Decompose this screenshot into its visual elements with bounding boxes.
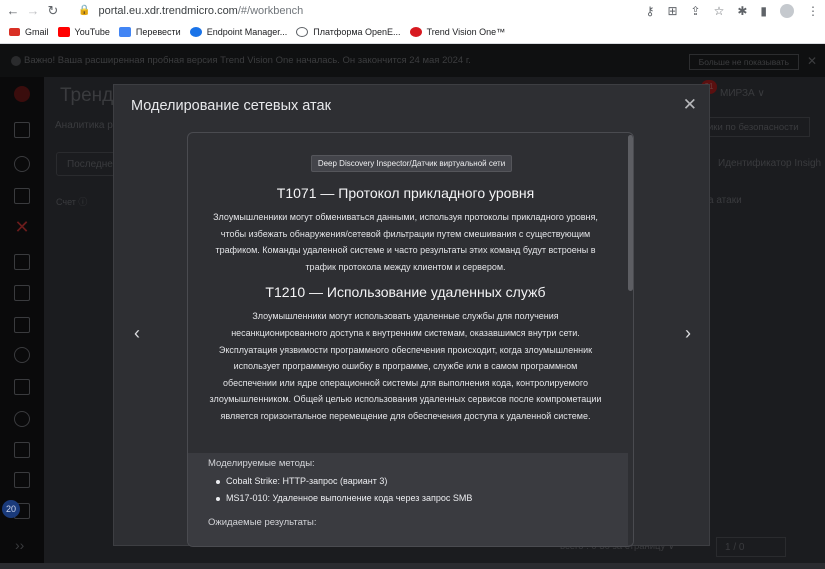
attack-column: а атаки: [708, 195, 742, 206]
technique-description: Злоумышленники могут использовать удален…: [209, 311, 602, 421]
modal-title: Моделирование сетевых атак: [131, 98, 331, 114]
mail-icon[interactable]: [14, 472, 30, 488]
shield-icon: [189, 27, 202, 37]
dismiss-banner-button[interactable]: Больше не показывать: [688, 54, 799, 70]
time-filter[interactable]: Последне: [56, 152, 116, 176]
taskbar: [0, 563, 825, 569]
url-host: portal.eu.xdr.trendmicro.com: [98, 4, 238, 17]
bookmark-label: YouTube: [74, 27, 110, 37]
address-bar[interactable]: portal.eu.xdr.trendmicro.com/#/workbench: [98, 5, 303, 17]
identity-icon[interactable]: [14, 317, 30, 333]
network-icon[interactable]: [14, 379, 30, 395]
list-item: MS17-010: Удаленное выполнение кода чере…: [215, 490, 472, 507]
gmail-icon: [9, 28, 20, 36]
gauge-icon[interactable]: [14, 156, 30, 172]
search-icon[interactable]: [14, 347, 30, 363]
methods-section: Моделируемые методы: Cobalt Strike: HTTP…: [188, 453, 630, 546]
xdr-icon[interactable]: ✕: [14, 218, 30, 236]
translate-icon: [118, 27, 131, 37]
user-menu[interactable]: МИРЗА ∨: [720, 88, 765, 99]
technique-description: Злоумышленники могут обмениваться данным…: [213, 212, 598, 272]
attack-simulation-modal: Моделирование сетевых атак ✕ ‹ › Deep Di…: [113, 84, 710, 547]
threat-intel-icon[interactable]: [14, 254, 30, 270]
trend-logo-icon[interactable]: [14, 86, 30, 102]
bookmark-opene[interactable]: Платформа OpenE...: [296, 27, 401, 37]
close-icon[interactable]: ✕: [683, 95, 697, 115]
bookmark-label: Перевести: [135, 27, 181, 37]
info-icon: [11, 55, 21, 66]
menu-icon[interactable]: ⋮: [807, 4, 819, 18]
share-icon[interactable]: ⇪: [691, 4, 701, 18]
trial-banner: Важно! Ваша расширенная пробная версия T…: [0, 44, 825, 77]
bookmark-star-icon[interactable]: ☆: [714, 4, 725, 18]
methods-label: Моделируемые методы:: [208, 458, 315, 469]
results-label: Ожидаемые результаты:: [208, 517, 317, 528]
cloud-icon[interactable]: [14, 411, 30, 427]
bookmark-trend-vision[interactable]: Trend Vision One™: [409, 27, 506, 37]
scrollbar-thumb[interactable]: [628, 135, 633, 291]
expand-sidebar-icon[interactable]: ››: [15, 537, 24, 553]
bookmark-youtube[interactable]: YouTube: [57, 27, 110, 37]
bookmark-translate[interactable]: Перевести: [118, 27, 181, 37]
bookmark-gmail[interactable]: Gmail: [9, 27, 49, 37]
app-title: Тренд: [60, 85, 114, 106]
back-icon[interactable]: ←: [6, 3, 20, 18]
globe-icon: [296, 27, 309, 37]
response-icon[interactable]: [14, 285, 30, 301]
card-content: Deep Discovery Inspector/Датчик виртуаль…: [188, 133, 633, 546]
close-icon[interactable]: ✕: [807, 54, 817, 68]
url-path: /#/workbench: [237, 4, 304, 17]
technique-card[interactable]: Deep Discovery Inspector/Датчик виртуаль…: [187, 132, 634, 547]
security-tab[interactable]: ики по безопасности: [700, 117, 810, 137]
sidepanel-icon[interactable]: ▮: [760, 4, 767, 18]
trend-logo-icon: [409, 27, 422, 37]
translate-icon[interactable]: ⊞: [667, 4, 677, 18]
technique-title: T1210 — Использование удаленных служб: [265, 284, 546, 301]
bookmark-endpoint-manager[interactable]: Endpoint Manager...: [189, 27, 288, 37]
count-badge[interactable]: 20: [2, 500, 20, 518]
bookmarks-bar: Gmail YouTube Перевести Endpoint Manager…: [0, 21, 825, 44]
list-item: Cobalt Strike: HTTP-запрос (вариант 3): [215, 473, 472, 490]
key-icon[interactable]: ⚷: [646, 4, 655, 18]
banner-text: Важно! Ваша расширенная пробная версия T…: [24, 55, 471, 66]
dashboard-icon[interactable]: [14, 122, 30, 138]
count-column-header: Счет ⓘ: [56, 197, 88, 207]
sensor-tag: Deep Discovery Inspector/Датчик виртуаль…: [310, 155, 513, 172]
forward-icon[interactable]: →: [26, 3, 40, 18]
page-input[interactable]: 1 / 0: [716, 537, 786, 557]
bookmark-label: Trend Vision One™: [426, 27, 506, 37]
chevron-right-icon[interactable]: ›: [685, 323, 691, 344]
tab-analytics[interactable]: Аналитика р: [55, 120, 113, 131]
report-icon[interactable]: [14, 188, 30, 204]
methods-list: Cobalt Strike: HTTP-запрос (вариант 3) M…: [215, 473, 472, 507]
app-sidebar: ✕ ››: [0, 77, 44, 569]
youtube-icon: [57, 27, 70, 37]
browser-toolbar: ← → ↻ 🔒 portal.eu.xdr.trendmicro.com/#/w…: [0, 0, 825, 21]
technique-title: T1071 — Протокол прикладного уровня: [276, 185, 535, 201]
insight-id-column: Идентификатор Insigh: [718, 158, 822, 169]
reload-icon[interactable]: ↻: [46, 3, 60, 19]
lock-icon[interactable]: 🔒: [78, 5, 90, 16]
chevron-left-icon[interactable]: ‹: [134, 323, 140, 344]
settings-icon[interactable]: [14, 442, 30, 458]
bookmark-label: Endpoint Manager...: [206, 27, 288, 37]
bookmark-label: Gmail: [25, 27, 49, 37]
bookmark-label: Платформа OpenE...: [313, 27, 401, 37]
extensions-icon[interactable]: ✱: [737, 4, 747, 18]
profile-avatar[interactable]: [780, 3, 794, 18]
